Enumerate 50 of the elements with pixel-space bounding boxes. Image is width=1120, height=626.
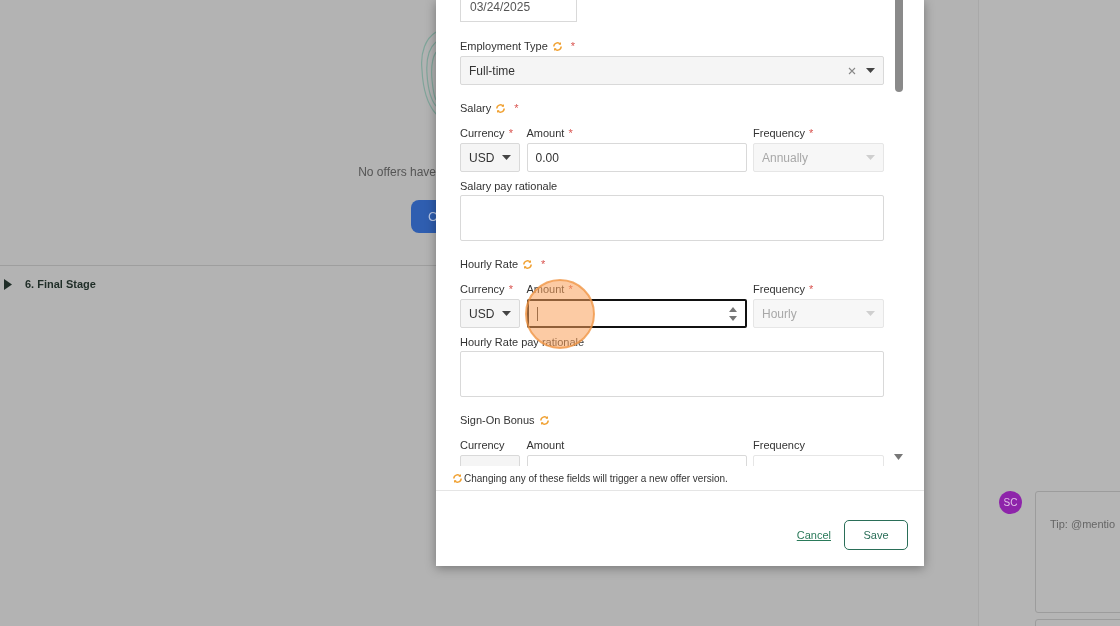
field-label: Frequency	[753, 125, 805, 141]
expand-triangle-icon	[4, 278, 12, 290]
required-mark: *	[570, 40, 576, 52]
empty-message: No offers have	[358, 164, 436, 181]
required-mark: *	[568, 127, 573, 139]
currency-select[interactable]: USD	[460, 143, 520, 172]
sync-icon	[452, 472, 463, 484]
caret-icon	[866, 311, 875, 316]
field-label: Hourly Rate pay rationale	[460, 335, 586, 349]
field-label: Frequency	[753, 437, 805, 453]
text-cursor-icon	[536, 306, 539, 321]
field-label: Salary pay rationale	[460, 179, 559, 193]
caret-icon	[866, 68, 875, 73]
save-button[interactable]: Save	[844, 520, 908, 550]
required-mark: *	[508, 283, 513, 295]
field-label: Employment Type	[460, 38, 548, 54]
required-mark: *	[809, 127, 814, 139]
amount-field[interactable]	[526, 299, 747, 328]
date-field[interactable]: 03/24/2025	[460, 0, 577, 22]
section-title: Salary	[460, 100, 492, 116]
version-note: Changing any of these fields will trigger a new offer version.	[464, 471, 728, 486]
scroll-down-icon[interactable]	[894, 454, 903, 460]
required-mark: *	[508, 127, 513, 139]
currency-select[interactable]: USD	[460, 299, 520, 328]
caret-icon	[866, 155, 875, 160]
field-label: Frequency	[753, 281, 805, 297]
required-mark: *	[568, 283, 573, 295]
field-label: Amount	[526, 125, 565, 141]
field-label: Currency	[460, 125, 505, 141]
required-mark: *	[514, 102, 519, 114]
rationale-textarea[interactable]	[460, 195, 884, 241]
scrollbar[interactable]	[895, 0, 903, 92]
amount-field[interactable]: 0.00	[526, 143, 747, 172]
section-title: Sign-On Bonus	[460, 412, 535, 428]
field-label: Amount	[526, 437, 565, 453]
click-indicator	[524, 278, 596, 350]
avatar: SC	[999, 491, 1022, 514]
cancel-link[interactable]: Cancel	[796, 526, 831, 544]
spinner-icon[interactable]	[728, 305, 737, 322]
required-mark: *	[809, 283, 814, 295]
stage-row[interactable]: 6. Final Stage	[4, 276, 96, 293]
rationale-textarea[interactable]	[460, 351, 884, 397]
caret-icon	[502, 311, 511, 316]
field-label: Currency	[460, 437, 505, 453]
employment-type-select[interactable]: Full-time	[460, 56, 884, 85]
required-mark: *	[541, 258, 546, 270]
section-title: Hourly Rate	[460, 256, 519, 272]
field-label: Currency	[460, 281, 505, 297]
caret-icon	[502, 155, 511, 160]
clear-icon[interactable]	[848, 66, 856, 75]
